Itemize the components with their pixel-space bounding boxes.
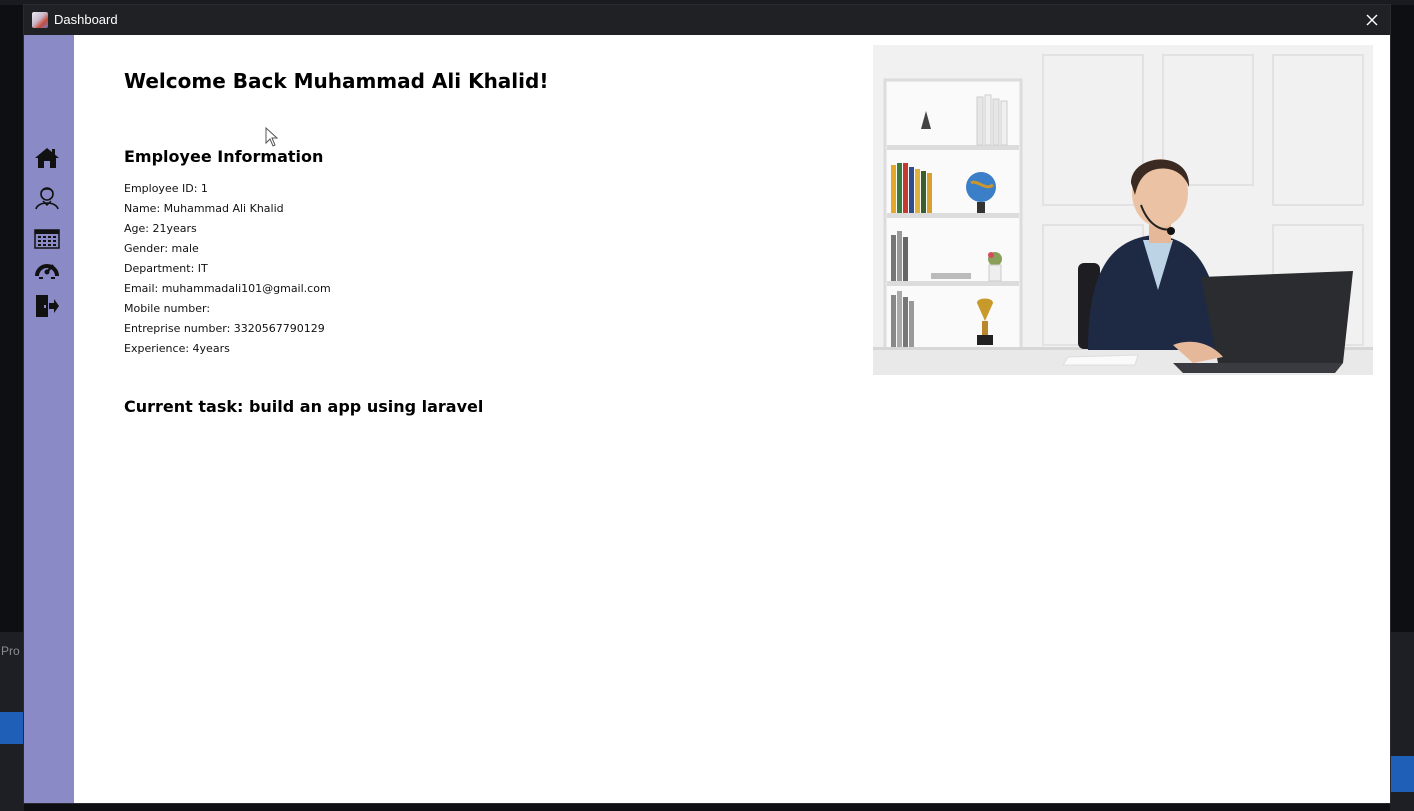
info-experience: Experience: 4years bbox=[124, 342, 230, 355]
office-photo-illustration bbox=[873, 45, 1373, 375]
main-content: Welcome Back Muhammad Ali Khalid! Employ… bbox=[74, 35, 1390, 803]
info-enterprise-number: Entreprise number: 3320567790129 bbox=[124, 322, 325, 335]
sidebar-item-logout[interactable] bbox=[34, 293, 60, 319]
info-email: Email: muhammadali101@gmail.com bbox=[124, 282, 331, 295]
info-gender: Gender: male bbox=[124, 242, 199, 255]
background-app-label: Pro bbox=[1, 644, 20, 658]
employee-info-list: Employee ID: 1 Name: Muhammad Ali Khalid… bbox=[124, 179, 331, 359]
sidebar-item-calendar[interactable] bbox=[34, 225, 60, 251]
close-icon bbox=[1366, 14, 1378, 26]
office-photo bbox=[873, 45, 1373, 375]
sidebar bbox=[24, 35, 74, 803]
home-icon bbox=[35, 148, 59, 168]
close-button[interactable] bbox=[1360, 8, 1384, 32]
employee-info-title: Employee Information bbox=[124, 147, 324, 166]
employee-icon bbox=[35, 187, 59, 210]
calendar-icon bbox=[34, 229, 60, 249]
mouse-cursor bbox=[265, 127, 279, 147]
app-logo-icon bbox=[32, 12, 48, 28]
info-age: Age: 21years bbox=[124, 222, 197, 235]
logout-icon bbox=[36, 295, 59, 317]
sidebar-item-performance[interactable] bbox=[34, 257, 60, 283]
sidebar-item-home[interactable] bbox=[34, 145, 60, 171]
title-bar[interactable]: Dashboard bbox=[24, 5, 1390, 35]
info-name: Name: Muhammad Ali Khalid bbox=[124, 202, 284, 215]
info-department: Department: IT bbox=[124, 262, 208, 275]
info-employee-id: Employee ID: 1 bbox=[124, 182, 208, 195]
info-mobile: Mobile number: bbox=[124, 302, 211, 315]
window-title: Dashboard bbox=[54, 12, 118, 27]
background-app-highlight-right bbox=[1390, 756, 1414, 792]
dashboard-window: Dashboard Welcome Back Muhammad Ali Khal… bbox=[24, 5, 1390, 803]
background-app-highlight bbox=[0, 712, 24, 744]
welcome-heading: Welcome Back Muhammad Ali Khalid! bbox=[124, 69, 549, 93]
sidebar-item-employees[interactable] bbox=[34, 185, 60, 211]
performance-gauge-icon bbox=[35, 264, 59, 279]
current-task: Current task: build an app using laravel bbox=[124, 397, 484, 416]
